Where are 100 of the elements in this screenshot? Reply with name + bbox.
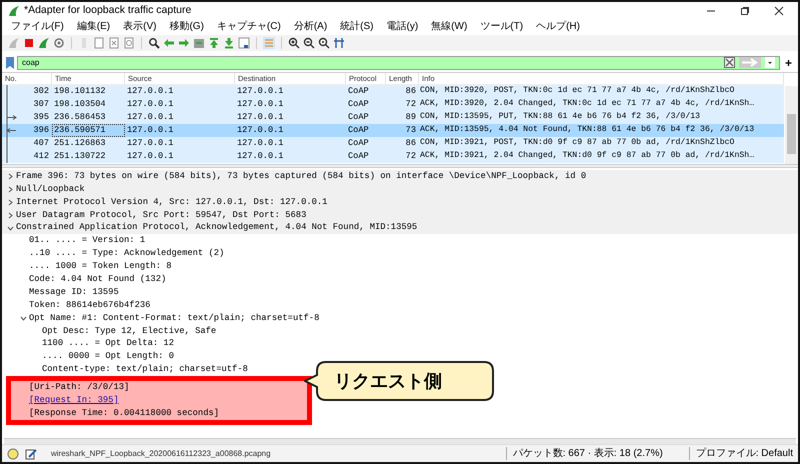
- detail-field: Opt Desc: Type 12, Elective, Safe: [42, 324, 216, 338]
- last-packet-icon[interactable]: [223, 37, 235, 49]
- detail-header-row[interactable]: Frame 396: 73 bytes on wire (584 bits), 73 bytes captured (584 bits) on interface \Device\NPF_Loopback, id 0: [2, 170, 798, 183]
- packet-number: 395: [32, 111, 49, 124]
- first-packet-icon[interactable]: [208, 37, 220, 49]
- request-arrow-icon: [6, 111, 17, 124]
- packet-row[interactable]: 395 236.586453 127.0.0.1 127.0.0.1 CoAP 89 CON, MID:13595, PUT, TKN:88 61 4e b6 76 b4 f2 36, /3/0/13: [2, 111, 784, 124]
- stop-icon[interactable]: [23, 37, 35, 49]
- profile-label[interactable]: プロファイル: Default: [696, 446, 793, 461]
- menu-item[interactable]: ヘルプ(H): [536, 19, 580, 34]
- filter-field[interactable]: coap: [17, 56, 780, 70]
- packet-source: 127.0.0.1: [126, 150, 174, 163]
- status-indicator-icon[interactable]: [7, 448, 19, 460]
- dropdown-caret-icon[interactable]: [764, 57, 775, 68]
- detail-field: Token: 88614eb676b4f236: [29, 298, 150, 312]
- app-logo-icon: [8, 5, 20, 17]
- detail-field: .... 0000 = Opt Length: 0: [42, 350, 174, 364]
- packet-info: CON, MID:3921, POST, TKN:d0 9f c9 87 ab 77 0b ad, /rd/1KnShZlbcO: [419, 137, 736, 150]
- packet-row[interactable]: 302 198.101132 127.0.0.1 127.0.0.1 CoAP 86 CON, MID:3920, POST, TKN:0c 1d ec 71 77 a7 4b 4c, /rd/1KnShZlbcO: [2, 85, 784, 98]
- menu-item[interactable]: ツール(T): [480, 19, 524, 34]
- edit-comment-icon[interactable]: [25, 448, 37, 460]
- restart-icon[interactable]: [38, 37, 50, 49]
- packet-destination: 127.0.0.1: [236, 124, 284, 137]
- maximize-icon[interactable]: [740, 6, 750, 16]
- detail-field: Code: 4.04 Not Found (132): [29, 272, 166, 286]
- packet-length: 86: [404, 85, 417, 98]
- resize-columns-icon[interactable]: [333, 37, 345, 49]
- clear-icon[interactable]: [724, 57, 735, 68]
- menu-item[interactable]: 移動(G): [169, 19, 204, 34]
- packet-destination: 127.0.0.1: [236, 137, 284, 150]
- packet-destination: 127.0.0.1: [236, 85, 284, 98]
- detail-field: Frame 396: 73 bytes on wire (584 bits), 73 bytes captured (584 bits) on interface \Device\NPF_Loopback, id 0: [16, 170, 586, 184]
- document-icon[interactable]: [93, 37, 105, 49]
- packet-info: ACK, MID:3920, 2.04 Changed, TKN:0c 1d ec 71 77 a7 4b 4c, /rd/1KnSh…: [419, 98, 756, 110]
- menu-item[interactable]: ファイル(F): [11, 19, 64, 34]
- detail-header-row[interactable]: Internet Protocol Version 4, Src: 127.0.0.1, Dst: 127.0.0.1: [2, 196, 798, 209]
- detail-field: Constrained Application Protocol, Acknowledgement, 4.04 Not Found, MID:13595: [16, 221, 418, 235]
- horizontal-scrollbar[interactable]: [4, 438, 796, 444]
- collapse-icon[interactable]: [20, 314, 26, 322]
- packet-number: 412: [32, 150, 49, 163]
- menu-item[interactable]: 無線(W): [431, 19, 468, 34]
- auto-scroll-icon[interactable]: [238, 37, 250, 49]
- packet-info: ACK, MID:3921, 2.04 Changed, TKN:d0 9f c9 87 ab 77 0b ad, /rd/1KnSh…: [419, 150, 756, 162]
- packet-row[interactable]: 407 251.126863 127.0.0.1 127.0.0.1 CoAP 86 CON, MID:3921, POST, TKN:d0 9f c9 87 ab 77 0b ad, /rd/1KnShZlbcO: [2, 137, 784, 150]
- collapse-icon[interactable]: [6, 224, 14, 232]
- vertical-scrollbar[interactable]: [785, 86, 798, 164]
- packet-destination: 127.0.0.1: [236, 150, 284, 163]
- go-to-packet-icon[interactable]: [193, 37, 205, 49]
- packet-protocol: CoAP: [347, 150, 370, 163]
- packet-length: 72: [404, 98, 417, 111]
- packet-row[interactable]: 396 236.590571 127.0.0.1 127.0.0.1 CoAP 73 ACK, MID:13595, 4.04 Not Found, TKN:88 61 4e b6 76 b4 f2 36, /3/0/13: [2, 124, 784, 137]
- search-icon[interactable]: [148, 37, 160, 49]
- packet-destination: 127.0.0.1: [236, 111, 284, 124]
- detail-field: [Uri-Path: /3/0/13]: [29, 381, 130, 394]
- menu-item[interactable]: 電話(y): [386, 19, 418, 34]
- detail-header-row[interactable]: User Datagram Protocol, Src Port: 59547, Dst Port: 5683: [2, 208, 798, 222]
- add-filter-button[interactable]: +: [782, 54, 795, 72]
- response-arrow-icon: [6, 124, 17, 137]
- packet-time: 198.103504: [53, 98, 107, 111]
- filter-text: coap: [22, 56, 40, 68]
- detail-field: .... 1000 = Token Length: 8: [29, 260, 172, 274]
- reload-icon[interactable]: [123, 37, 135, 49]
- menu-item[interactable]: 統計(S): [340, 19, 374, 34]
- packet-source: 127.0.0.1: [126, 137, 174, 150]
- zoom-in-icon[interactable]: [288, 37, 300, 49]
- packet-time: 251.130722: [53, 150, 107, 163]
- detail-field: ..10 .... = Type: Acknowledgement (2): [29, 247, 224, 260]
- packet-number: 307: [32, 98, 49, 111]
- packet-length: 73: [404, 124, 417, 137]
- options-icon[interactable]: [53, 37, 65, 49]
- packet-link[interactable]: [Request In: 395]: [29, 394, 119, 408]
- packet-time: 236.586453: [53, 111, 107, 124]
- packet-row[interactable]: 307 198.103504 127.0.0.1 127.0.0.1 CoAP 72 ACK, MID:3920, 2.04 Changed, TKN:0c 1d ec 71 77 a7 4b 4c, /rd/1KnSh…: [2, 98, 784, 111]
- detail-field: Message ID: 13595: [29, 286, 119, 300]
- close-file-icon[interactable]: [108, 37, 120, 49]
- zoom-out-icon[interactable]: [303, 37, 315, 49]
- packet-number: 407: [32, 137, 49, 150]
- bookmark-icon[interactable]: [5, 56, 15, 70]
- colorize-icon[interactable]: [263, 37, 275, 49]
- packet-count: パケット数: 667 · 表示: 18 (2.7%): [512, 446, 664, 461]
- normal-size-icon[interactable]: [318, 37, 330, 49]
- detail-field: 01.. .... = Version: 1: [29, 234, 146, 248]
- packet-source: 127.0.0.1: [126, 85, 174, 98]
- detail-field: Internet Protocol Version 4, Src: 127.0.0.1, Dst: 127.0.0.1: [16, 196, 328, 209]
- detail-field: Content-type: text/plain; charset=utf-8: [42, 363, 248, 376]
- detail-header-row[interactable]: Constrained Application Protocol, Acknowledgement, 4.04 Not Found, MID:13595: [2, 222, 798, 234]
- detail-header-row[interactable]: Null/Loopback: [2, 182, 798, 196]
- packet-source: 127.0.0.1: [126, 111, 174, 124]
- menu-item[interactable]: 表示(V): [123, 19, 156, 34]
- packet-info: ACK, MID:13595, 4.04 Not Found, TKN:88 61 4e b6 76 b4 f2 36, /3/0/13: [419, 124, 756, 136]
- packet-destination: 127.0.0.1: [236, 98, 284, 111]
- close-icon[interactable]: [774, 6, 784, 16]
- forward-arrow-icon[interactable]: [178, 37, 190, 49]
- packet-protocol: CoAP: [347, 85, 370, 98]
- menu-item[interactable]: 編集(E): [76, 19, 110, 34]
- detail-field: 1100 .... = Opt Delta: 12: [42, 337, 174, 351]
- menu-item[interactable]: キャプチャ(C): [216, 19, 281, 34]
- menu-item[interactable]: 分析(A): [294, 19, 328, 34]
- packet-source: 127.0.0.1: [126, 98, 174, 111]
- packet-row[interactable]: 412 251.130722 127.0.0.1 127.0.0.1 CoAP 72 ACK, MID:3921, 2.04 Changed, TKN:d0 9f c9 87 ab 77 0b ad, /rd/1KnSh…: [2, 150, 784, 163]
